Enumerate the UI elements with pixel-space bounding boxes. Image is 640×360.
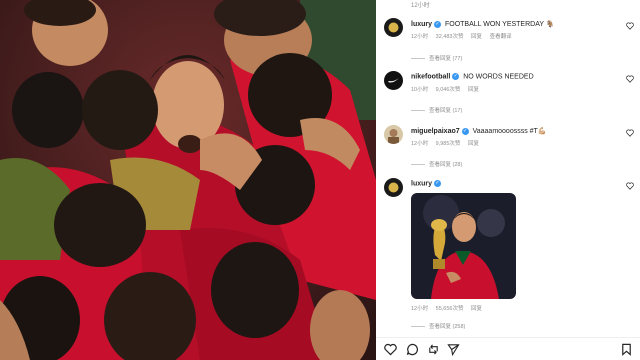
comment-time: 12小时 — [411, 306, 429, 312]
verified-badge-icon: ✓ — [452, 73, 460, 80]
celebration-image — [0, 0, 376, 360]
reply-link[interactable]: 回复 — [468, 87, 479, 93]
comment-likes[interactable]: 32,483次赞 — [436, 34, 464, 40]
view-replies[interactable]: 查看回复 (17) — [411, 106, 462, 114]
view-replies[interactable]: 查看回复 (28) — [411, 160, 462, 168]
avatar[interactable] — [384, 178, 403, 197]
comment-likes[interactable]: 55,656次赞 — [436, 306, 464, 312]
comment-time: 10小时 — [411, 87, 429, 93]
comment-meta: 12小时 32,483次赞 回复 查看翻译 — [411, 32, 518, 40]
comment-body: NO WORDS NEEDED — [463, 73, 534, 81]
comment-username[interactable]: nikefootball — [411, 73, 450, 80]
post-actions-bar — [376, 337, 640, 360]
comment-username[interactable]: luxury — [411, 180, 432, 187]
comment-text-line: luxury ✓ FOOTBALL WON YESTERDAY 🐐 — [411, 20, 555, 28]
comment-likes[interactable]: 9,985次赞 — [436, 141, 461, 147]
view-replies[interactable]: 查看回复 (77) — [411, 54, 462, 62]
comment-username[interactable]: luxury — [411, 21, 432, 28]
comment-meta: 12小时 55,656次赞 回复 — [411, 304, 488, 312]
reply-link[interactable]: 回复 — [471, 306, 482, 312]
comment-likes[interactable]: 9,046次赞 — [436, 87, 461, 93]
avatar[interactable] — [384, 71, 403, 90]
comment-text-line: luxury ✓ — [411, 180, 443, 187]
bookmark-icon[interactable] — [620, 343, 633, 356]
avatar[interactable] — [384, 18, 403, 37]
comment-item: nikefootball ✓ NO WORDS NEEDED 10小时 9,046… — [384, 71, 634, 101]
comment-item: luxury ✓ FOOTBALL WON YESTERDAY 🐐 12小时 32… — [384, 18, 634, 48]
comments-panel: 12小时 luxury ✓ FOOTBALL WON YESTERDAY 🐐 12… — [376, 0, 640, 360]
share-icon[interactable] — [427, 343, 440, 356]
verified-badge-icon: ✓ — [434, 20, 442, 28]
comment-meta: 10小时 9,046次赞 回复 — [411, 85, 485, 93]
post-photo — [0, 0, 376, 360]
comment-username[interactable]: miguelpaixao7 — [411, 128, 460, 135]
reply-link[interactable]: 回复 — [468, 141, 479, 147]
comment-meta: 12小时 9,985次赞 回复 — [411, 139, 485, 147]
comment-body: Vaaaamoooossss #T💪🏼 — [472, 128, 547, 135]
prev-timestamp: 12小时 — [411, 3, 430, 9]
like-heart-icon[interactable] — [626, 22, 634, 30]
comment-time: 12小时 — [411, 34, 429, 40]
like-heart-icon[interactable] — [626, 75, 634, 83]
comment-attached-image[interactable] — [411, 193, 516, 299]
comment-time: 12小时 — [411, 141, 429, 147]
verified-badge-icon: ✓ — [461, 127, 469, 135]
like-heart-icon[interactable] — [626, 182, 634, 190]
comment-item: miguelpaixao7 ✓ Vaaaamoooossss #T💪🏼 12小时 … — [384, 125, 634, 155]
comment-icon[interactable] — [406, 343, 419, 356]
comment-text-line: nikefootball ✓ NO WORDS NEEDED — [411, 73, 534, 80]
reply-link[interactable]: 回复 — [471, 34, 482, 40]
instagram-post-view: 12小时 luxury ✓ FOOTBALL WON YESTERDAY 🐐 12… — [0, 0, 640, 360]
comment-text-line: miguelpaixao7 ✓ Vaaaamoooossss #T💪🏼 — [411, 127, 547, 135]
avatar[interactable] — [384, 125, 403, 144]
like-heart-icon[interactable] — [626, 129, 634, 137]
view-replies[interactable]: 查看回复 (258) — [411, 322, 465, 330]
send-icon[interactable] — [447, 343, 460, 356]
heart-icon[interactable] — [384, 343, 397, 356]
translate-link[interactable]: 查看翻译 — [490, 34, 512, 40]
comment-body: FOOTBALL WON YESTERDAY 🐐 — [444, 21, 555, 28]
prev-comment-edge: 12小时 — [376, 0, 640, 9]
verified-badge-icon: ✓ — [434, 180, 442, 187]
